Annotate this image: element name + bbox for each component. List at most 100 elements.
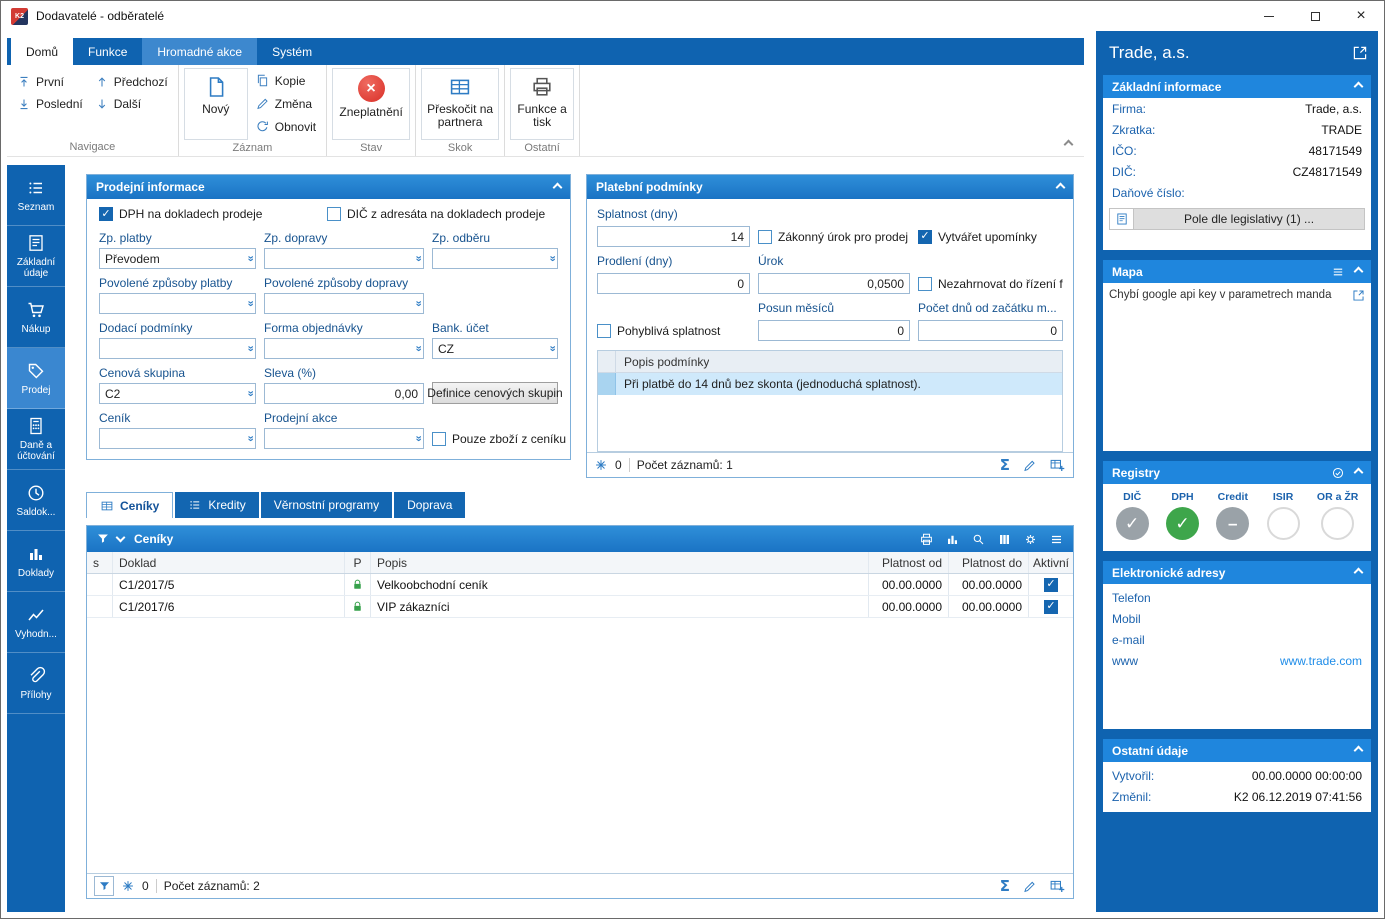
next-button[interactable]: Další bbox=[90, 96, 173, 112]
sidebar-item-doklady[interactable]: Doklady bbox=[7, 531, 65, 592]
chart-icon[interactable] bbox=[945, 532, 960, 547]
table-edit-icon[interactable] bbox=[1049, 878, 1066, 895]
dic-checkbox[interactable]: ✓ DIČ z adresáta na dokladech prodeje bbox=[327, 207, 545, 221]
expand-icon[interactable] bbox=[1352, 45, 1368, 61]
open-external-icon[interactable] bbox=[1352, 289, 1365, 302]
collapse-icon[interactable] bbox=[1353, 266, 1364, 277]
days-from-month-start-input[interactable]: 0 bbox=[918, 320, 1063, 341]
column-header-doklad[interactable]: Doklad bbox=[113, 552, 345, 573]
table-edit-icon[interactable] bbox=[1049, 457, 1066, 474]
menu-icon[interactable] bbox=[1331, 265, 1345, 279]
first-button[interactable]: První bbox=[12, 74, 88, 90]
pickup-method-combo[interactable]: » bbox=[432, 248, 558, 269]
filter-dropdown-icon[interactable] bbox=[115, 532, 126, 543]
sidebar-item-vyhodnoceni[interactable]: Vyhodn... bbox=[7, 592, 65, 653]
create-reminders-checkbox[interactable]: ✓ Vytvářet upomínky bbox=[918, 229, 1063, 244]
filter-button[interactable] bbox=[94, 876, 114, 896]
registry-item-credit[interactable]: Credit – bbox=[1216, 491, 1250, 540]
payment-method-combo[interactable]: Převodem » bbox=[99, 248, 256, 269]
condition-row[interactable]: Při platbě do 14 dnů bez skonta (jednodu… bbox=[598, 373, 1062, 395]
column-header-popis[interactable]: Popis bbox=[371, 552, 869, 573]
transport-method-combo[interactable]: » bbox=[264, 248, 424, 269]
last-button[interactable]: Poslední bbox=[12, 96, 88, 112]
allowed-payments-combo[interactable]: » bbox=[99, 293, 256, 314]
edit-icon[interactable] bbox=[1022, 458, 1037, 473]
flexible-due-checkbox[interactable]: ✓ Pohyblivá splatnost bbox=[597, 323, 750, 338]
tab-ceniky[interactable]: Ceníky bbox=[86, 492, 174, 518]
collapse-icon[interactable] bbox=[1055, 182, 1066, 192]
registry-item-or-zr[interactable]: OR a ŽR bbox=[1317, 491, 1358, 540]
bank-account-combo[interactable]: CZ » bbox=[432, 338, 558, 359]
ribbon-tab-domu[interactable]: Domů bbox=[11, 38, 74, 65]
dph-checkbox[interactable]: ✓ DPH na dokladech prodeje bbox=[99, 207, 319, 221]
restore-button[interactable]: Obnovit bbox=[250, 118, 321, 135]
website-link[interactable]: www.trade.com bbox=[1280, 654, 1362, 668]
active-checkbox[interactable]: ✓ bbox=[1044, 599, 1058, 614]
ribbon-tab-system[interactable]: Systém bbox=[257, 38, 327, 65]
invalidate-button[interactable]: × Zneplatnění bbox=[332, 68, 411, 140]
interest-input[interactable]: 0,0500 bbox=[758, 273, 910, 294]
maximize-button[interactable] bbox=[1292, 1, 1338, 31]
discount-input[interactable]: 0,00 bbox=[264, 383, 424, 404]
ribbon-collapse-icon[interactable] bbox=[1063, 139, 1074, 150]
print-icon[interactable] bbox=[919, 532, 934, 547]
snowflake-icon[interactable] bbox=[594, 458, 608, 472]
filter-icon[interactable] bbox=[96, 532, 110, 546]
sidebar-item-prodej[interactable]: Prodej bbox=[7, 348, 65, 409]
legislative-fields-button[interactable]: Pole dle legislativy (1) ... bbox=[1109, 208, 1365, 230]
tab-kredity[interactable]: Kredity bbox=[175, 492, 259, 518]
price-group-combo[interactable]: C2 » bbox=[99, 383, 256, 404]
close-button[interactable]: × bbox=[1338, 1, 1384, 31]
check-circle-icon[interactable] bbox=[1331, 466, 1345, 480]
column-header-platnost-od[interactable]: Platnost od bbox=[869, 552, 949, 573]
search-icon[interactable] bbox=[971, 532, 986, 547]
sidebar-item-nakup[interactable]: Nákup bbox=[7, 287, 65, 348]
menu-icon[interactable] bbox=[1049, 532, 1064, 547]
tab-vernostni-programy[interactable]: Věrnostní programy bbox=[260, 492, 393, 518]
sidebar-item-dane-a-uctovani[interactable]: Daně a účtování bbox=[7, 409, 65, 470]
due-days-input[interactable]: 14 bbox=[597, 226, 750, 247]
snowflake-icon[interactable] bbox=[121, 879, 135, 893]
new-button[interactable]: Nový bbox=[183, 68, 248, 140]
allowed-transports-combo[interactable]: » bbox=[264, 293, 424, 314]
legal-interest-checkbox[interactable]: ✓ Zákonný úrok pro prodej bbox=[758, 229, 910, 244]
change-button[interactable]: Změna bbox=[250, 95, 321, 112]
previous-button[interactable]: Předchozí bbox=[90, 74, 173, 90]
minimize-button[interactable] bbox=[1246, 1, 1292, 31]
ribbon-tab-hromadne-akce[interactable]: Hromadné akce bbox=[142, 38, 258, 65]
copy-button[interactable]: Kopie bbox=[250, 72, 321, 89]
table-row[interactable]: C1/2017/6 VIP zákazníci 00.00.0000 00.00… bbox=[87, 596, 1073, 618]
collapse-icon[interactable] bbox=[1353, 467, 1364, 478]
collapse-icon[interactable] bbox=[1353, 81, 1364, 92]
table-row[interactable]: C1/2017/5 Velkoobchodní ceník 00.00.0000… bbox=[87, 574, 1073, 596]
registry-item-isir[interactable]: ISIR bbox=[1266, 491, 1300, 540]
tab-doprava[interactable]: Doprava bbox=[394, 492, 466, 518]
collapse-icon[interactable] bbox=[552, 182, 563, 192]
delivery-terms-combo[interactable]: » bbox=[99, 338, 256, 359]
price-group-definition-button[interactable]: Definice cenových skupin bbox=[427, 382, 563, 404]
gear-icon[interactable] bbox=[1023, 532, 1038, 547]
sidebar-item-zakladni-udaje[interactable]: Základní údaje bbox=[7, 226, 65, 287]
sidebar-item-saldokonta[interactable]: Saldok... bbox=[7, 470, 65, 531]
registry-item-dic[interactable]: DIČ ✓ bbox=[1115, 491, 1149, 540]
ribbon-tab-funkce[interactable]: Funkce bbox=[73, 38, 142, 65]
sidebar-item-prilohy[interactable]: Přílohy bbox=[7, 653, 65, 714]
collapse-icon[interactable] bbox=[1353, 745, 1364, 756]
sum-icon[interactable]: Σ bbox=[1000, 457, 1010, 473]
edit-icon[interactable] bbox=[1022, 879, 1037, 894]
sales-action-combo[interactable]: » bbox=[264, 428, 424, 449]
columns-icon[interactable] bbox=[997, 532, 1012, 547]
collapse-icon[interactable] bbox=[1353, 567, 1364, 578]
functions-print-button[interactable]: Funkce a tisk bbox=[510, 68, 575, 140]
sidebar-item-seznam[interactable]: Seznam bbox=[7, 165, 65, 226]
column-header-platnost-do[interactable]: Platnost do bbox=[949, 552, 1029, 573]
column-header-p[interactable]: P bbox=[345, 552, 371, 573]
registry-item-dph[interactable]: DPH ✓ bbox=[1165, 491, 1199, 540]
delay-days-input[interactable]: 0 bbox=[597, 273, 750, 294]
pricelist-combo[interactable]: » bbox=[99, 428, 256, 449]
jump-to-partner-button[interactable]: Přeskočit na partnera bbox=[421, 68, 500, 140]
active-checkbox[interactable]: ✓ bbox=[1044, 577, 1058, 592]
exclude-from-management-checkbox[interactable]: ✓ Nezahrnovat do řízení f... bbox=[918, 276, 1063, 291]
column-header-s[interactable]: s bbox=[87, 552, 113, 573]
month-shift-input[interactable]: 0 bbox=[758, 320, 910, 341]
